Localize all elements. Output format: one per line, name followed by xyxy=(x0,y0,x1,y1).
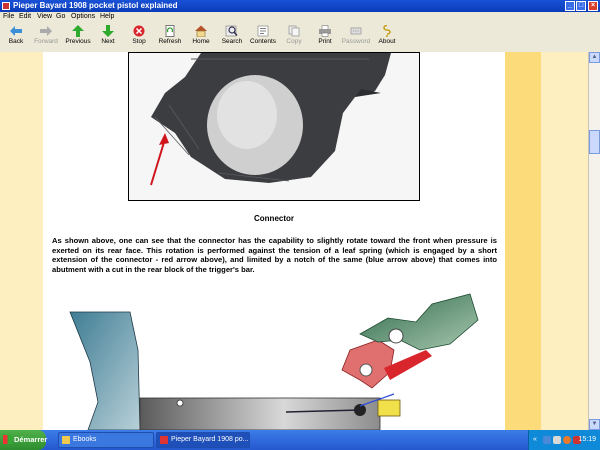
stop-icon xyxy=(133,25,145,37)
title-bar: Pieper Bayard 1908 pocket pistol explain… xyxy=(0,0,600,12)
search-button[interactable]: Search xyxy=(216,24,248,50)
stop-button[interactable]: Stop xyxy=(123,24,155,50)
menu-go[interactable]: Go xyxy=(56,12,65,22)
tray-expand-button[interactable]: « xyxy=(533,430,537,450)
maximize-button[interactable]: □ xyxy=(576,1,586,11)
print-button[interactable]: Print xyxy=(309,24,341,50)
menu-bar: File Edit View Go Options Help xyxy=(0,12,600,22)
back-arrow-icon xyxy=(10,26,22,36)
scroll-down-button[interactable]: ▼ xyxy=(589,419,600,430)
up-arrow-icon xyxy=(72,25,84,37)
app-icon xyxy=(2,2,10,10)
system-tray: « 15:19 xyxy=(528,430,600,450)
start-button[interactable]: Démarrer xyxy=(0,430,47,450)
security-icon[interactable] xyxy=(563,436,571,444)
contents-icon xyxy=(257,25,269,37)
volume-icon[interactable] xyxy=(553,436,561,444)
vertical-scrollbar[interactable]: ▲ ▼ xyxy=(588,52,600,430)
menu-help[interactable]: Help xyxy=(100,12,114,22)
windows-logo-icon xyxy=(3,435,12,444)
copy-button[interactable]: Copy xyxy=(278,24,310,50)
next-button[interactable]: Next xyxy=(92,24,124,50)
password-icon xyxy=(350,27,362,35)
about-button[interactable]: About xyxy=(371,24,403,50)
down-arrow-icon xyxy=(102,25,114,37)
password-button[interactable]: Password xyxy=(340,24,372,50)
task-pieper-bayard[interactable]: Pieper Bayard 1908 po... xyxy=(156,432,250,448)
connector-photo-image xyxy=(129,53,419,200)
home-button[interactable]: Home xyxy=(185,24,217,50)
mechanism-diagram-image xyxy=(69,293,479,430)
folder-icon xyxy=(62,436,70,444)
menu-options[interactable]: Options xyxy=(71,12,95,22)
scroll-thumb[interactable] xyxy=(589,130,600,154)
menu-edit[interactable]: Edit xyxy=(19,12,31,22)
menu-view[interactable]: View xyxy=(37,12,52,22)
ebook-app-icon xyxy=(160,436,168,444)
toolbar: Back Forward Previous Next Stop Refresh … xyxy=(0,22,600,53)
back-button[interactable]: Back xyxy=(0,24,32,50)
left-margin-band xyxy=(0,52,43,430)
copy-icon xyxy=(288,25,300,37)
mechanism-diagram xyxy=(60,290,490,430)
search-icon xyxy=(225,25,238,37)
forward-arrow-icon xyxy=(40,26,52,36)
minimize-button[interactable]: _ xyxy=(565,1,575,11)
print-icon xyxy=(319,25,331,37)
refresh-button[interactable]: Refresh xyxy=(154,24,186,50)
refresh-icon xyxy=(165,25,175,37)
close-button[interactable]: × xyxy=(588,1,598,11)
contents-button[interactable]: Contents xyxy=(247,24,279,50)
page-content: Connector As shown above, one can see th… xyxy=(0,52,588,430)
window-title: Pieper Bayard 1908 pocket pistol explain… xyxy=(13,1,178,10)
menu-file[interactable]: File xyxy=(3,12,14,22)
about-icon xyxy=(383,25,391,37)
forward-button[interactable]: Forward xyxy=(30,24,62,50)
scroll-up-button[interactable]: ▲ xyxy=(589,52,600,63)
right-outer-band xyxy=(541,52,588,430)
taskbar: Démarrer Ebooks Pieper Bayard 1908 po...… xyxy=(0,430,600,450)
previous-button[interactable]: Previous xyxy=(62,24,94,50)
home-icon xyxy=(195,25,207,37)
figure-caption: Connector xyxy=(254,214,294,223)
network-icon[interactable] xyxy=(543,436,551,444)
clock: 15:19 xyxy=(578,436,596,443)
description-paragraph: As shown above, one can see that the con… xyxy=(52,236,497,274)
right-margin-band xyxy=(505,52,541,430)
connector-photo xyxy=(128,52,420,201)
task-ebooks[interactable]: Ebooks xyxy=(58,432,154,448)
